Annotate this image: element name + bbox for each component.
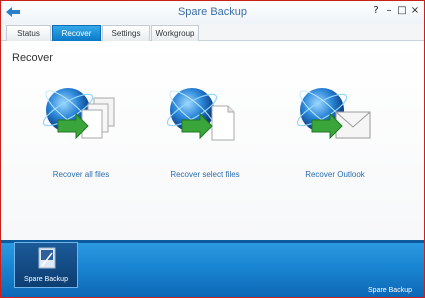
tab-recover[interactable]: Recover: [52, 25, 101, 41]
title-bar: Spare Backup ? – □ ×: [1, 1, 424, 24]
minimize-button[interactable]: –: [384, 5, 394, 17]
option-label: Recover select files: [170, 170, 240, 179]
app-window: Spare Backup ? – □ × Status Recover Sett…: [0, 0, 425, 298]
page-title: Recover: [12, 52, 53, 64]
recover-outlook-option[interactable]: Recover Outlook: [275, 82, 395, 192]
app-tile[interactable]: Spare Backup: [14, 242, 78, 288]
option-label: Recover Outlook: [305, 170, 365, 179]
help-button[interactable]: ?: [371, 5, 381, 17]
main-panel: Recover Recover all files Recover select…: [1, 42, 424, 240]
recover-select-files-option[interactable]: Recover select files: [145, 82, 265, 192]
window-title: Spare Backup: [177, 6, 248, 18]
recover-all-files-option[interactable]: Recover all files: [21, 82, 141, 192]
tab-bar: Status Recover Settings Workgroup: [1, 24, 424, 41]
option-label: Recover all files: [52, 170, 110, 179]
app-tile-label: Spare Backup: [24, 276, 68, 283]
globe-file-icon: [166, 88, 235, 141]
tab-status[interactable]: Status: [6, 25, 51, 41]
brand-logo: Spare Backup: [368, 287, 412, 294]
window-controls: ? – □ ×: [371, 5, 420, 17]
globe-multiple-files-icon: [42, 88, 115, 140]
close-button[interactable]: ×: [410, 5, 420, 17]
bottom-bar: Spare Backup Spare Backup: [1, 240, 424, 297]
maximize-button[interactable]: □: [397, 5, 407, 17]
globe-envelope-icon: [296, 88, 371, 140]
tab-workgroup[interactable]: Workgroup: [151, 25, 199, 41]
tab-settings[interactable]: Settings: [102, 25, 150, 41]
spare-backup-logo-icon: [38, 247, 56, 274]
